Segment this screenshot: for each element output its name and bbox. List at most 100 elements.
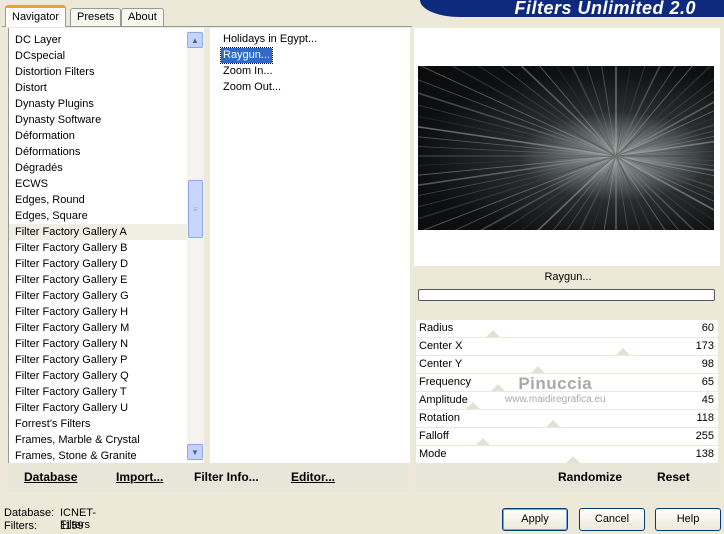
param-slider[interactable]: Mode 138	[416, 446, 718, 464]
param-name: Radius	[419, 322, 454, 334]
status-filters-value: 1159	[60, 520, 84, 532]
filter-item[interactable]: Zoom In...	[221, 64, 275, 79]
scroll-up-button[interactable]: ▲	[187, 32, 203, 48]
slider-marker	[531, 366, 545, 373]
category-item[interactable]: Dynasty Software	[9, 112, 187, 128]
scroll-thumb[interactable]: ≡	[188, 180, 203, 238]
tab-about[interactable]: About	[121, 8, 164, 26]
category-item[interactable]: Filter Factory Gallery P	[9, 352, 187, 368]
param-slider[interactable]: Amplitude 45	[416, 392, 718, 410]
param-value: 173	[695, 340, 714, 352]
progress-bar	[418, 289, 715, 301]
chevron-down-icon: ▼	[191, 447, 199, 457]
tab-presets[interactable]: Presets	[70, 8, 122, 26]
param-slider[interactable]: Radius 60	[416, 320, 718, 338]
category-item[interactable]: Filter Factory Gallery M	[9, 320, 187, 336]
slider-marker	[486, 330, 500, 337]
category-item[interactable]: Dégradés	[9, 160, 187, 176]
ray-line	[418, 79, 617, 157]
preview-image	[418, 66, 714, 230]
category-scrollbar[interactable]: ▲ ≡ ▼	[187, 31, 204, 461]
tab-navigator[interactable]: Navigator	[5, 5, 67, 27]
apply-button[interactable]: Apply	[502, 508, 568, 531]
category-item[interactable]: Forrest's Filters	[9, 416, 187, 432]
status-database-label: Database:	[4, 507, 55, 519]
category-item[interactable]: Distort	[9, 80, 187, 96]
chevron-up-icon: ▲	[191, 35, 199, 45]
database-button[interactable]: Database	[24, 470, 77, 484]
param-slider[interactable]: Center X 173	[416, 338, 718, 356]
category-item[interactable]: Distortion Filters	[9, 64, 187, 80]
param-value: 60	[701, 322, 714, 334]
status-filters-label: Filters:	[4, 520, 37, 532]
param-value: 118	[696, 412, 714, 424]
param-name: Mode	[419, 448, 447, 460]
ray-line	[479, 155, 617, 230]
param-value: 65	[701, 376, 714, 388]
status-database: Database: ICNET-Filters	[4, 507, 96, 531]
param-name: Falloff	[419, 430, 449, 442]
raygun-preview-graphic	[418, 66, 714, 230]
category-list: DC Layer DCspecial Distortion Filters Disto…	[9, 32, 187, 464]
category-item[interactable]: Filter Factory Gallery A	[9, 224, 187, 240]
slider-marker	[466, 402, 480, 409]
ray-line	[615, 155, 711, 230]
category-item[interactable]: ECWS	[9, 176, 187, 192]
category-item[interactable]: Frames, Stone & Granite	[9, 448, 187, 464]
param-value: 98	[701, 358, 714, 370]
filter-item[interactable]: Holidays in Egypt...	[221, 32, 319, 47]
category-item[interactable]: DCspecial	[9, 48, 187, 64]
category-item[interactable]: Dynasty Plugins	[9, 96, 187, 112]
category-item[interactable]: Filter Factory Gallery T	[9, 384, 187, 400]
import-button[interactable]: Import...	[116, 470, 163, 484]
category-item[interactable]: Déformations	[9, 144, 187, 160]
app-banner-title: Filters Unlimited 2.0	[420, 0, 724, 17]
category-item[interactable]: Filter Factory Gallery N	[9, 336, 187, 352]
category-item[interactable]: Filter Factory Gallery G	[9, 288, 187, 304]
filter-item[interactable]: Raygun...	[219, 47, 274, 64]
category-item[interactable]: Frames, Marble & Crystal	[9, 432, 187, 448]
current-filter-label: Raygun...	[544, 271, 592, 283]
ray-line	[502, 155, 617, 230]
param-name: Frequency	[419, 376, 471, 388]
grip-icon: ≡	[193, 204, 198, 214]
ray-line	[422, 155, 617, 230]
param-name: Center Y	[419, 358, 463, 370]
param-name: Center X	[419, 340, 463, 352]
status-filters: Filters: 1159	[4, 520, 84, 532]
randomize-button[interactable]: Randomize	[558, 470, 622, 484]
slider-marker	[491, 384, 505, 391]
slider-marker	[616, 348, 630, 355]
category-item[interactable]: Edges, Round	[9, 192, 187, 208]
category-item[interactable]: Edges, Square	[9, 208, 187, 224]
category-item[interactable]: Filter Factory Gallery D	[9, 256, 187, 272]
ray-line	[615, 155, 714, 188]
category-item[interactable]: Déformation	[9, 128, 187, 144]
param-slider[interactable]: Frequency 65	[416, 374, 718, 392]
category-item[interactable]: Filter Factory Gallery B	[9, 240, 187, 256]
category-item[interactable]: Filter Factory Gallery E	[9, 272, 187, 288]
reset-button[interactable]: Reset	[657, 470, 690, 484]
category-item[interactable]: Filter Factory Gallery H	[9, 304, 187, 320]
param-slider[interactable]: Center Y 98	[416, 356, 718, 374]
param-value: 138	[695, 448, 714, 460]
category-item[interactable]: Filter Factory Gallery U	[9, 400, 187, 416]
editor-button[interactable]: Editor...	[291, 470, 335, 484]
category-item[interactable]: Filter Factory Gallery Q	[9, 368, 187, 384]
param-name: Amplitude	[419, 394, 468, 406]
param-slider[interactable]: Falloff 255	[416, 428, 718, 446]
param-value: 45	[701, 394, 714, 406]
ray-line	[615, 124, 714, 157]
scroll-down-button[interactable]: ▼	[187, 444, 203, 460]
help-button[interactable]: Help	[655, 508, 721, 531]
slider-marker	[546, 420, 560, 427]
param-name: Rotation	[419, 412, 460, 424]
filter-item[interactable]: Zoom Out...	[221, 80, 283, 95]
cancel-button[interactable]: Cancel	[579, 508, 645, 531]
slider-marker	[566, 456, 580, 463]
param-slider[interactable]: Rotation 118	[416, 410, 718, 428]
param-value: 255	[695, 430, 714, 442]
category-list-panel: DC Layer DCspecial Distortion Filters Disto…	[8, 28, 204, 463]
filter-info-button[interactable]: Filter Info...	[194, 470, 259, 484]
category-item[interactable]: DC Layer	[9, 32, 187, 48]
